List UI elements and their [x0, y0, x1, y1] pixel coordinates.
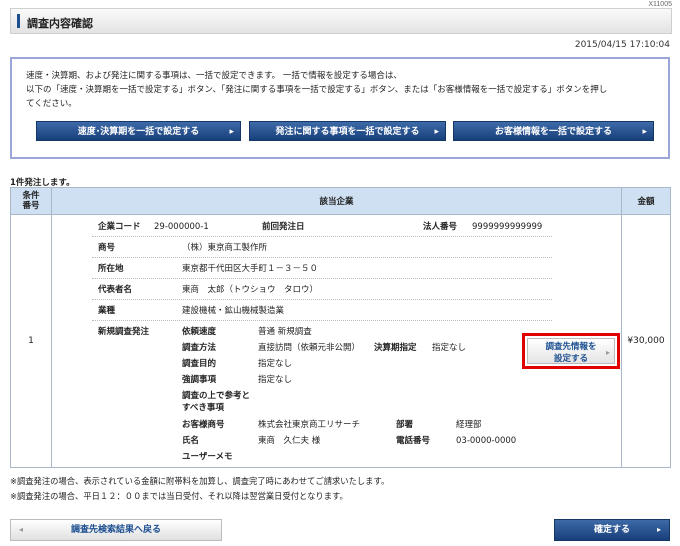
col-amount: 金額 [621, 187, 671, 215]
bulk-customer-button[interactable]: お客様情報を一括で設定する ▸ [453, 121, 654, 141]
prev-order-label: 前回発注日 [262, 222, 305, 232]
col-company: 該当企業 [51, 187, 622, 215]
condition-number: 1 [10, 214, 52, 468]
chevron-right-icon: ▸ [229, 127, 234, 137]
company-name: （株）東京商工製作所 [182, 243, 268, 253]
company-cell: 企業コード 29-000000-1 前回発注日 法人番号 99999999999… [51, 214, 622, 468]
confirm-label: 確定する [593, 525, 630, 535]
col-condition-number: 条件 番号 [10, 187, 52, 215]
focus: 指定なし [258, 375, 293, 385]
chevron-right-icon: ▸ [605, 348, 610, 357]
notes: ※調査発注の場合、表示されている金額に附帯料を加算し、調査完了時にあわせてご請求… [10, 474, 389, 504]
amount: ¥30,000 [621, 214, 671, 468]
representative-label: 代表者名 [98, 285, 133, 295]
chevron-right-icon: ▸ [434, 127, 439, 137]
instruction-line: 以下の「速度・決算期を一括で設定する」ボタン、「発注に関する事項を一括で設定する… [26, 85, 608, 95]
title-accent [17, 14, 20, 28]
set-target-info-label: 調査先情報を 設定する [545, 342, 597, 364]
company-details: 企業コード 29-000000-1 前回発注日 法人番号 99999999999… [52, 215, 621, 467]
divider [92, 257, 552, 258]
divider [92, 299, 552, 300]
industry: 建設機械・鉱山機械製造業 [182, 306, 285, 316]
table-header-row: 条件 番号 該当企業 金額 [10, 187, 671, 215]
representative: 東商 太郎（トウショウ タロウ） [182, 285, 319, 295]
screen-id: X11005 [648, 1, 672, 8]
bulk-speed-label: 速度･決算期を一括で設定する [77, 127, 200, 137]
corp-number: 9999999999999 [472, 222, 543, 232]
divider [92, 320, 552, 321]
bulk-order-label: 発注に関する事項を一括で設定する [275, 127, 420, 137]
fiscal-label: 決算期指定 [374, 343, 417, 353]
table-row: 1 企業コード 29-000000-1 前回発注日 法人番号 999999999… [10, 214, 671, 468]
datetime: 2015/04/15 17:10:04 [574, 40, 670, 50]
new-order-label: 新規調査発注 [98, 327, 150, 337]
back-to-results-button[interactable]: ◂ 調査先検索結果へ戻る [10, 519, 222, 541]
address-label: 所在地 [98, 264, 124, 274]
order-table: 条件 番号 該当企業 金額 1 企業コード 29-000000-1 前回発注日 … [10, 187, 671, 468]
person: 東商 久仁夫 様 [258, 436, 321, 446]
confirm-button[interactable]: 確定する ▸ [554, 519, 670, 541]
page-title-bar: 調査内容確認 [10, 8, 672, 34]
chevron-right-icon: ▸ [642, 127, 647, 137]
reference-label-line2: すべき事項 [182, 403, 224, 413]
phone: 03-0000-0000 [456, 436, 517, 446]
fiscal: 指定なし [432, 343, 467, 353]
note-line: ※調査発注の場合、平日１２：００までは当日受付、それ以降は翌営業日受付となります… [10, 491, 348, 501]
company-name-label: 商号 [98, 243, 116, 253]
instruction-line: てください。 [26, 99, 77, 109]
chevron-left-icon: ◂ [19, 525, 24, 534]
corp-number-label: 法人番号 [423, 222, 458, 232]
set-target-info-button[interactable]: 調査先情報を 設定する ▸ [527, 338, 615, 364]
company-code: 29-000000-1 [154, 222, 209, 232]
phone-label: 電話番号 [396, 436, 431, 446]
bulk-setting-panel: 速度・決算期、および発注に関する事項は、一括で設定できます。 一括で情報を設定す… [10, 57, 670, 159]
instruction-line: 速度・決算期、および発注に関する事項は、一括で設定できます。 一括で情報を設定す… [26, 71, 402, 81]
bulk-customer-label: お客様情報を一括で設定する [494, 127, 612, 137]
divider [92, 236, 552, 237]
back-to-results-label: 調査先検索結果へ戻る [70, 525, 161, 535]
bulk-setting-instructions: 速度・決算期、および発注に関する事項は、一括で設定できます。 一括で情報を設定す… [26, 69, 656, 111]
bulk-speed-button[interactable]: 速度･決算期を一括で設定する ▸ [36, 121, 241, 141]
company-code-label: 企業コード [98, 222, 141, 232]
memo-label: ユーザーメモ [182, 452, 233, 462]
address: 東京都千代田区大手町１－３－５０ [182, 264, 319, 274]
page-title: 調査内容確認 [27, 17, 93, 30]
bulk-order-button[interactable]: 発注に関する事項を一括で設定する ▸ [249, 121, 446, 141]
industry-label: 業種 [98, 306, 116, 316]
chevron-right-icon: ▸ [656, 525, 661, 534]
divider [92, 278, 552, 279]
set-target-info-button-highlight: 調査先情報を 設定する ▸ [522, 333, 620, 369]
note-line: ※調査発注の場合、表示されている金額に附帯料を加算し、調査完了時にあわせてご請求… [10, 476, 390, 486]
